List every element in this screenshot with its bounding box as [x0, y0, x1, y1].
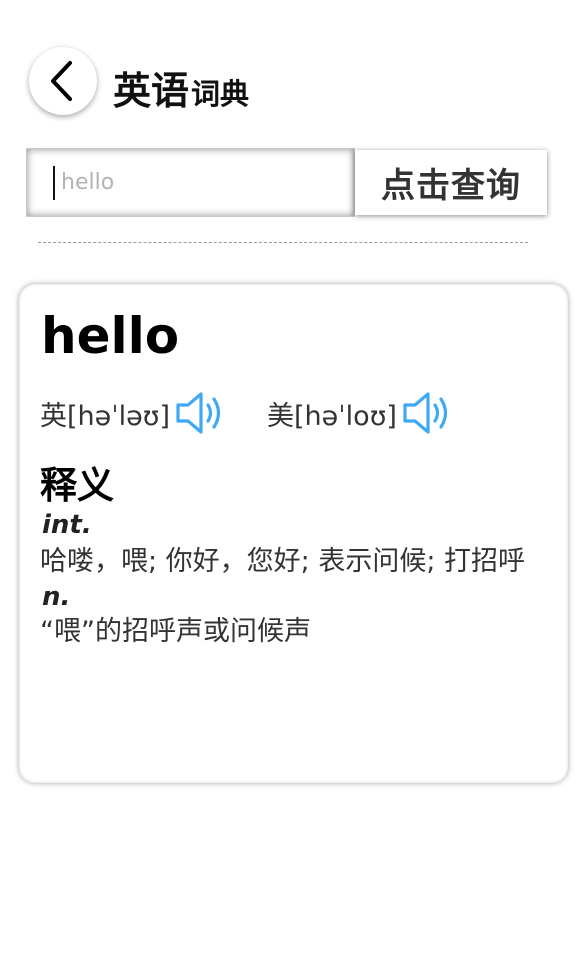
uk-speaker-icon[interactable] — [174, 390, 226, 436]
back-button[interactable] — [29, 47, 97, 115]
us-speaker-icon[interactable] — [401, 390, 453, 436]
search-input-value: hello — [61, 170, 115, 195]
page-title: 英语 词典 — [113, 60, 250, 113]
result-word: hello — [41, 307, 180, 365]
part-of-speech: int. — [42, 510, 92, 540]
part-of-speech: n. — [42, 582, 71, 612]
text-caret — [53, 165, 55, 200]
definitions-heading: 释义 — [40, 464, 114, 507]
us-pronunciation: 美[həˈloʊ] — [267, 390, 453, 436]
page-title-sub: 词典 — [191, 77, 250, 111]
uk-phonetic: 英[həˈləʊ] — [40, 400, 171, 432]
result-card: hello 英[həˈləʊ] 美[həˈloʊ] 释义 int. 哈喽，喂; … — [19, 284, 568, 783]
uk-pronunciation: 英[həˈləʊ] — [40, 390, 226, 436]
search-input[interactable]: hello — [26, 148, 355, 217]
definition-meaning: “喂”的招呼声或问候声 — [40, 616, 311, 647]
definition-meaning: 哈喽，喂; 你好，您好; 表示问候; 打招呼 — [40, 546, 526, 577]
dashed-divider — [38, 242, 528, 243]
us-phonetic: 美[həˈloʊ] — [267, 400, 397, 432]
chevron-left-icon — [51, 61, 72, 101]
page-title-main: 英语 — [113, 69, 190, 113]
search-button[interactable]: 点击查询 — [355, 150, 547, 215]
